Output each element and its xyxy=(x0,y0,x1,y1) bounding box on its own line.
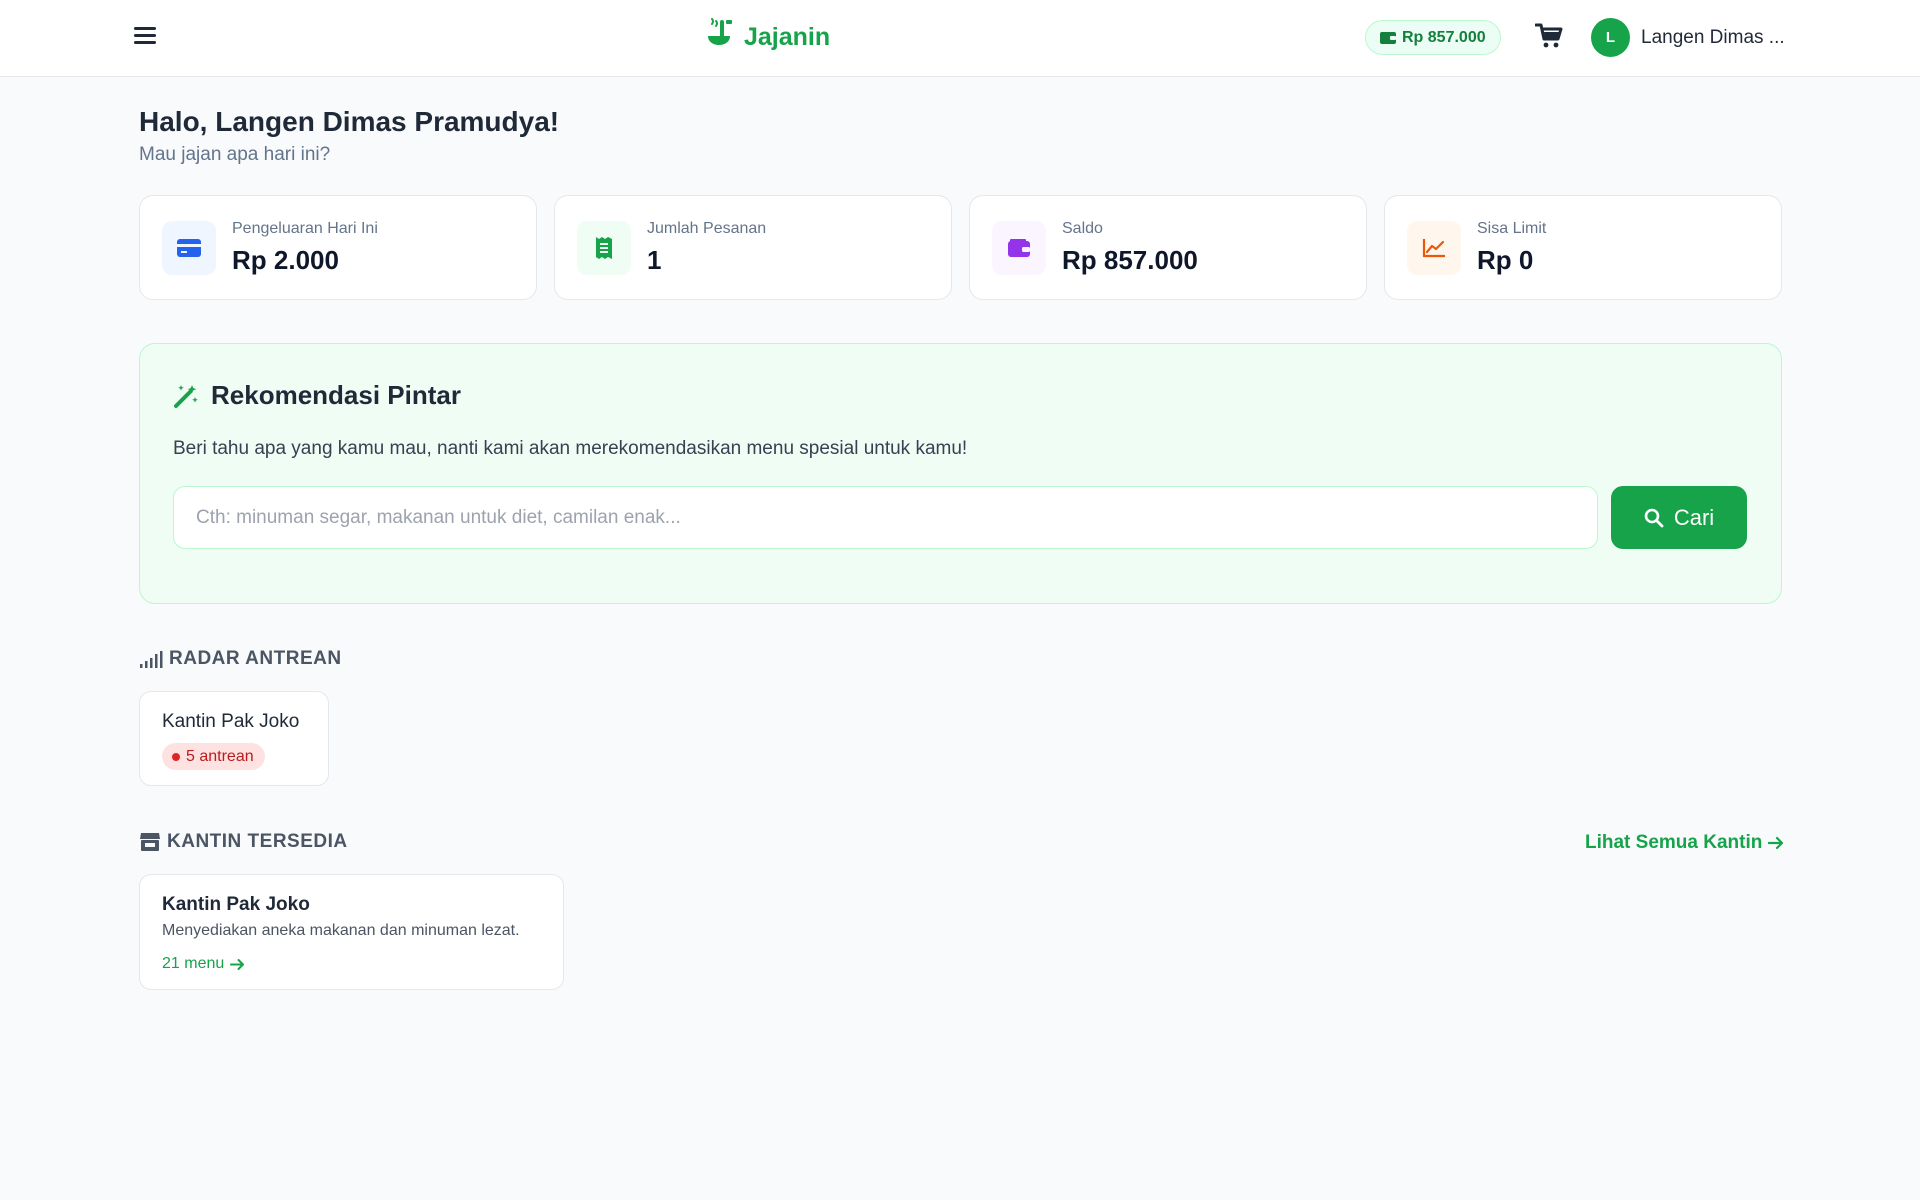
stat-value: Rp 0 xyxy=(1477,245,1534,275)
recommendation-heading: Rekomendasi Pintar xyxy=(173,380,461,411)
brand-logo[interactable]: Jajanin xyxy=(702,17,830,57)
jajanin-logo-icon xyxy=(708,18,732,45)
balance-amount: Rp 857.000 xyxy=(1402,28,1486,46)
avatar: L xyxy=(1591,18,1630,57)
stat-label: Pengeluaran Hari Ini xyxy=(232,220,378,237)
queue-card[interactable]: Kantin Pak Joko 5 antrean xyxy=(139,691,329,786)
stat-card-limit: Sisa Limit Rp 0 xyxy=(1384,195,1782,300)
top-navbar: Jajanin Rp 857.000 L Langen Dimas ... xyxy=(0,0,1920,77)
see-all-label: Lihat Semua Kantin xyxy=(1585,832,1763,853)
smart-recommendation-panel: Rekomendasi Pintar Beri tahu apa yang ka… xyxy=(139,343,1782,604)
stat-card-spending: Pengeluaran Hari Ini Rp 2.000 xyxy=(139,195,537,300)
stat-card-balance: Saldo Rp 857.000 xyxy=(969,195,1367,300)
queue-count: 5 antrean xyxy=(186,747,254,765)
user-menu[interactable]: L Langen Dimas ... xyxy=(1591,18,1785,57)
canteen-menu-count: 21 menu xyxy=(162,955,225,972)
canteen-menu-link[interactable]: 21 menu xyxy=(162,955,245,973)
search-button[interactable]: Cari xyxy=(1611,486,1747,549)
wallet-icon xyxy=(992,221,1046,275)
canteens-title: KANTIN TERSEDIA xyxy=(167,831,348,852)
canteens-heading: KANTIN TERSEDIA xyxy=(139,831,348,853)
canteen-card[interactable]: Kantin Pak Joko Menyediakan aneka makana… xyxy=(139,874,564,990)
cart-icon[interactable] xyxy=(1534,23,1565,53)
magic-wand-icon xyxy=(174,384,198,408)
signal-bars-icon xyxy=(140,651,163,668)
page-title: Halo, Langen Dimas Pramudya! xyxy=(139,106,560,137)
receipt-icon xyxy=(577,221,631,275)
queue-count-badge: 5 antrean xyxy=(162,743,265,770)
stat-value: Rp 2.000 xyxy=(232,245,339,275)
queue-radar-title: RADAR ANTREAN xyxy=(169,648,342,669)
stat-label: Sisa Limit xyxy=(1477,220,1547,237)
status-dot-icon xyxy=(172,752,180,761)
credit-card-icon xyxy=(162,221,216,275)
stat-label: Jumlah Pesanan xyxy=(647,220,767,237)
wallet-icon xyxy=(1380,31,1396,44)
brand-name: Jajanin xyxy=(744,22,831,51)
hamburger-menu-icon[interactable] xyxy=(130,24,160,50)
arrow-right-icon xyxy=(1768,836,1784,850)
stat-value: Rp 857.000 xyxy=(1062,245,1198,275)
page-subtitle: Mau jajan apa hari ini? xyxy=(139,144,331,165)
arrow-right-icon xyxy=(230,958,245,970)
recommendation-description: Beri tahu apa yang kamu mau, nanti kami … xyxy=(173,438,968,459)
canteen-description: Menyediakan aneka makanan dan minuman le… xyxy=(162,922,520,939)
stat-card-orders: Jumlah Pesanan 1 xyxy=(554,195,952,300)
balance-badge[interactable]: Rp 857.000 xyxy=(1365,20,1501,55)
see-all-canteens-link[interactable]: Lihat Semua Kantin xyxy=(1585,832,1784,854)
recommendation-search-input[interactable] xyxy=(173,486,1598,549)
queue-radar-heading: RADAR ANTREAN xyxy=(139,648,342,670)
store-icon xyxy=(140,833,160,851)
recommendation-title: Rekomendasi Pintar xyxy=(211,380,461,410)
search-button-label: Cari xyxy=(1673,504,1715,530)
user-name: Langen Dimas ... xyxy=(1641,26,1785,48)
queue-canteen-name: Kantin Pak Joko xyxy=(162,711,300,732)
search-icon xyxy=(1644,508,1664,527)
stat-label: Saldo xyxy=(1062,220,1103,237)
canteen-name: Kantin Pak Joko xyxy=(162,894,310,915)
stat-value: 1 xyxy=(647,245,662,275)
chart-line-icon xyxy=(1407,221,1461,275)
